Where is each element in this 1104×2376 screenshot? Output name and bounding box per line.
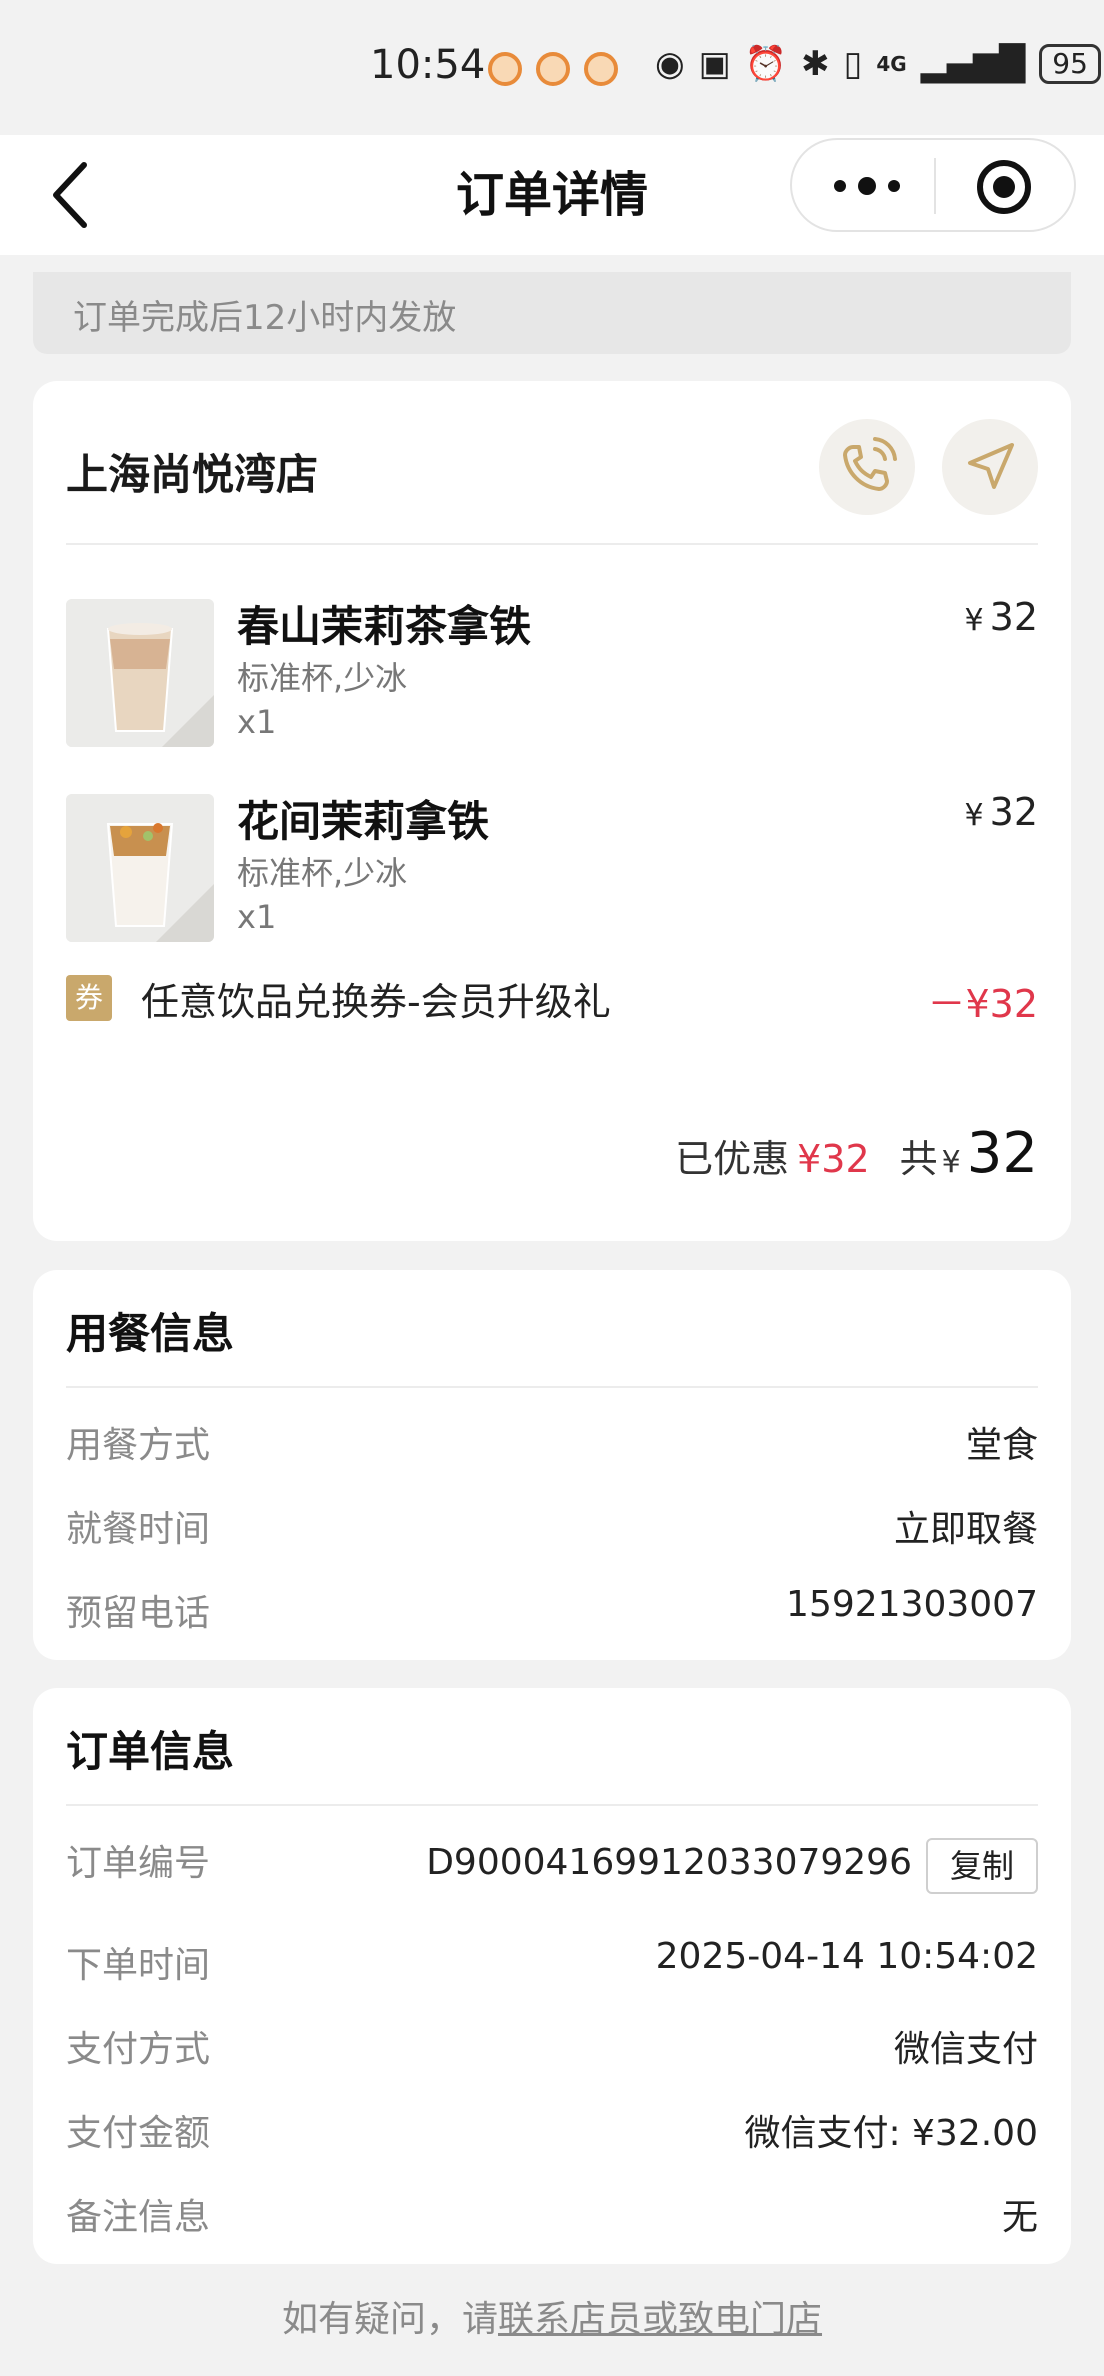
help-prefix: 如有疑问，请 bbox=[281, 2299, 498, 2340]
payment-amount-value: 微信支付: ¥32.00 bbox=[744, 2113, 1038, 2154]
total-summary: 已优惠 ¥32 共 ¥ 32 bbox=[675, 1121, 1038, 1186]
order-time-value: 2025-04-14 10:54:02 bbox=[655, 1936, 1038, 1977]
nav-bar: 订单详情 bbox=[0, 135, 1104, 255]
remark-value: 无 bbox=[1001, 2197, 1038, 2238]
item-name: 春山茉莉茶拿铁 bbox=[237, 602, 532, 651]
price-value: 32 bbox=[989, 595, 1038, 639]
remark-label: 备注信息 bbox=[66, 2197, 211, 2238]
coupon-label: 任意饮品兑换券-会员升级礼 bbox=[141, 980, 611, 1024]
vibrate-icon: ▯ bbox=[843, 44, 863, 84]
network-label: 4G bbox=[876, 52, 907, 76]
item-qty: x1 bbox=[237, 898, 277, 936]
discount-value: ¥32 bbox=[797, 1137, 870, 1181]
order-number-value: D900041699120330792​96 bbox=[426, 1842, 912, 1883]
price-value: 32 bbox=[989, 790, 1038, 834]
currency-symbol: ¥ bbox=[941, 1145, 961, 1180]
dining-time-label: 就餐时间 bbox=[66, 1509, 211, 1550]
signal-icon: ▂▄▆█ bbox=[920, 44, 1026, 84]
total-label: 共 bbox=[899, 1137, 938, 1181]
item-spec: 标准杯,少冰 bbox=[237, 659, 408, 697]
battery-icon: 95 bbox=[1039, 44, 1101, 84]
order-time-label: 下单时间 bbox=[66, 1945, 211, 1986]
section-title: 用餐信息 bbox=[66, 1309, 235, 1358]
phone-icon bbox=[843, 437, 897, 491]
item-price: ¥32 bbox=[965, 790, 1038, 834]
divider bbox=[66, 1386, 1038, 1388]
notice-text: 订单完成后12小时内发放 bbox=[73, 298, 457, 338]
coupon-amount: －¥32 bbox=[927, 982, 1038, 1026]
payment-amount-label: 支付金额 bbox=[66, 2113, 211, 2154]
product-image bbox=[66, 794, 214, 942]
navigate-store-button[interactable] bbox=[942, 419, 1038, 515]
app-notification-icon bbox=[536, 52, 570, 86]
capsule-menu bbox=[790, 138, 1076, 232]
payment-method-value: 微信支付 bbox=[893, 2029, 1038, 2070]
divider bbox=[66, 1804, 1038, 1806]
currency-symbol: ¥ bbox=[964, 798, 984, 833]
eye-icon: ◉ bbox=[655, 44, 685, 84]
capsule-divider bbox=[934, 158, 936, 214]
target-close-icon[interactable] bbox=[974, 157, 1034, 217]
coupon-tag: 券 bbox=[66, 975, 112, 1021]
copy-button[interactable]: 复制 bbox=[926, 1838, 1038, 1894]
item-qty: x1 bbox=[237, 703, 277, 741]
app-notification-icon bbox=[488, 52, 522, 86]
order-number-label: 订单编号 bbox=[66, 1843, 211, 1884]
store-name: 上海尚悦湾店 bbox=[66, 450, 319, 499]
app-notification-icon bbox=[584, 52, 618, 86]
dining-info-card: 用餐信息 用餐方式 堂食 就餐时间 立即取餐 预留电话 15921303007 bbox=[33, 1270, 1071, 1660]
system-icons: ◉ ▣ ⏰ ✱ ▯ 4G ▂▄▆█ 95 bbox=[655, 44, 1101, 84]
product-image bbox=[66, 599, 214, 747]
status-bar: 10:54 ◉ ▣ ⏰ ✱ ▯ 4G ▂▄▆█ 95 bbox=[0, 0, 1104, 135]
item-price: ¥32 bbox=[965, 595, 1038, 639]
alarm-icon: ⏰ bbox=[744, 44, 788, 84]
dining-mode-value: 堂食 bbox=[965, 1425, 1038, 1466]
order-items-card: 上海尚悦湾店 春山茉莉茶拿铁 标准杯,少冰 x1 ¥32 花间茉莉拿铁 标准杯,… bbox=[33, 381, 1071, 1241]
discount-label: 已优惠 bbox=[675, 1137, 790, 1181]
order-info-card: 订单信息 订单编号 D900041699120330792​96 复制 下单时间… bbox=[33, 1688, 1071, 2264]
total-value: 32 bbox=[966, 1121, 1038, 1186]
divider bbox=[66, 543, 1038, 545]
section-title: 订单信息 bbox=[66, 1727, 235, 1776]
reserved-phone-label: 预留电话 bbox=[66, 1593, 211, 1634]
item-name: 花间茉莉拿铁 bbox=[237, 797, 490, 846]
item-spec: 标准杯,少冰 bbox=[237, 854, 408, 892]
currency-symbol: ¥ bbox=[964, 603, 984, 638]
nfc-icon: ▣ bbox=[698, 44, 731, 84]
notification-icons bbox=[488, 52, 618, 86]
bluetooth-icon: ✱ bbox=[801, 44, 830, 84]
call-store-button[interactable] bbox=[819, 419, 915, 515]
reserved-phone-value: 15921303007 bbox=[786, 1584, 1038, 1625]
navigation-arrow-icon bbox=[968, 443, 1014, 489]
payment-method-label: 支付方式 bbox=[66, 2029, 211, 2070]
dining-time-value: 立即取餐 bbox=[893, 1509, 1038, 1550]
more-dots-icon[interactable] bbox=[822, 162, 912, 210]
dining-mode-label: 用餐方式 bbox=[66, 1425, 211, 1466]
help-footer: 如有疑问，请联系店员或致电门店 bbox=[0, 2290, 1104, 2342]
contact-store-link[interactable]: 联系店员或致电门店 bbox=[498, 2299, 822, 2340]
notice-banner: 订单完成后12小时内发放 bbox=[33, 272, 1071, 354]
status-time: 10:54 bbox=[370, 42, 486, 88]
